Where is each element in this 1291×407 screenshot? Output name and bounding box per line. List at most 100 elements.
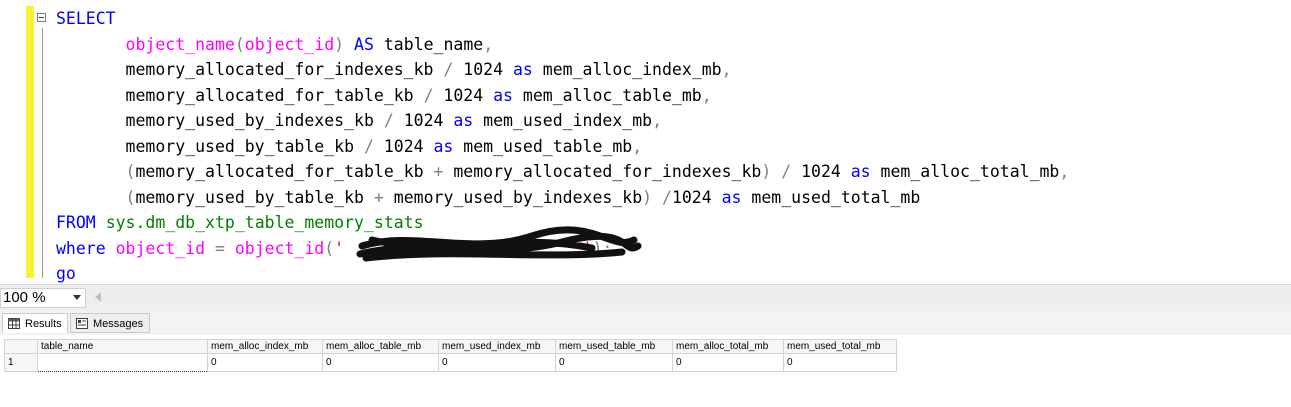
code-line[interactable]: memory_allocated_for_indexes_kb / 1024 a… bbox=[56, 57, 1069, 83]
code-token: mem_used_total_mb bbox=[741, 187, 921, 207]
chevron-down-icon[interactable] bbox=[73, 295, 81, 300]
code-line[interactable]: memory_allocated_for_table_kb / 1024 as … bbox=[56, 83, 1069, 109]
column-header[interactable]: mem_alloc_total_mb bbox=[672, 339, 784, 354]
column-header[interactable]: mem_used_table_mb bbox=[555, 339, 673, 354]
code-token: mem_alloc_total_mb bbox=[870, 162, 1060, 181]
code-token: table_name bbox=[373, 34, 484, 54]
code-token: memory_used_by_indexes_kb bbox=[383, 187, 643, 207]
tab-results-label: Results bbox=[25, 318, 62, 330]
row-number-header[interactable] bbox=[4, 339, 38, 354]
grid-cell[interactable]: 0 bbox=[555, 353, 673, 372]
collapse-minus-icon[interactable] bbox=[37, 13, 46, 22]
column-header[interactable]: mem_used_total_mb bbox=[783, 339, 897, 354]
code-line[interactable]: (memory_used_by_table_kb + memory_used_b… bbox=[56, 185, 1069, 211]
code-token: memory_allocated_for_indexes_kb bbox=[56, 60, 444, 79]
code-token: as bbox=[453, 111, 474, 130]
code-token: as bbox=[493, 85, 513, 105]
code-token: , bbox=[483, 34, 494, 54]
code-token: as bbox=[721, 187, 742, 207]
code-token: mem_alloc_index_mb bbox=[532, 60, 722, 79]
code-token: / bbox=[662, 187, 672, 207]
messages-icon bbox=[76, 318, 88, 329]
change-tracking-bar bbox=[26, 6, 34, 278]
code-token: memory_allocated_for_table_kb bbox=[135, 162, 434, 181]
code-token: / bbox=[383, 111, 394, 130]
code-token: ' bbox=[334, 238, 345, 258]
code-line[interactable]: object_name(object_id) AS table_name, bbox=[56, 32, 1069, 58]
code-token: memory_allocated_for_table_kb bbox=[56, 85, 424, 105]
code-token: ( bbox=[125, 187, 136, 207]
code-token: ( bbox=[125, 162, 136, 181]
code-token: as bbox=[850, 162, 871, 181]
code-token: object_id bbox=[115, 238, 206, 258]
code-token: / bbox=[443, 60, 454, 79]
code-token: ) bbox=[334, 34, 345, 54]
code-token: as bbox=[512, 60, 533, 79]
code-line[interactable]: (memory_allocated_for_table_kb + memory_… bbox=[56, 159, 1070, 185]
redaction-scribble bbox=[356, 226, 642, 262]
query-editor[interactable]: SELECT object_name(object_id) AS table_n… bbox=[0, 0, 1291, 284]
tab-messages[interactable]: Messages bbox=[70, 313, 150, 333]
code-line[interactable]: SELECT bbox=[56, 6, 1069, 32]
code-token: memory_used_by_table_kb bbox=[56, 136, 364, 156]
code-token: memory_used_by_indexes_kb bbox=[56, 111, 384, 130]
editor-status-strip bbox=[0, 284, 1291, 311]
code-token: memory_allocated_for_indexes_kb bbox=[443, 162, 762, 181]
code-token: mem_used_index_mb bbox=[473, 111, 653, 130]
code-token: object_name bbox=[125, 34, 235, 54]
grid-cell[interactable]: 0 bbox=[672, 353, 784, 372]
code-token: 1024 bbox=[453, 60, 513, 79]
column-header[interactable]: mem_used_index_mb bbox=[438, 339, 556, 354]
tab-messages-label: Messages bbox=[93, 318, 144, 330]
code-token: ( bbox=[234, 34, 245, 54]
tab-results[interactable]: Results bbox=[2, 313, 68, 333]
code-token: as bbox=[433, 136, 454, 156]
code-line[interactable]: memory_used_by_indexes_kb / 1024 as mem_… bbox=[56, 108, 1069, 134]
grid-cell[interactable] bbox=[37, 353, 208, 372]
code-token: , bbox=[632, 136, 643, 156]
editor-margin bbox=[0, 0, 26, 284]
code-token: go bbox=[56, 264, 76, 283]
code-token: , bbox=[721, 60, 732, 79]
code-token: , bbox=[1059, 162, 1070, 181]
code-token: SELECT bbox=[56, 9, 116, 28]
code-token: 1024 bbox=[393, 111, 454, 130]
code-token: / bbox=[781, 162, 792, 181]
code-token: ( bbox=[324, 238, 335, 258]
code-line[interactable]: memory_used_by_table_kb / 1024 as mem_us… bbox=[56, 134, 1069, 160]
grid-cell[interactable]: 0 bbox=[783, 353, 897, 372]
code-token: object_id bbox=[234, 238, 325, 258]
grid-header-row: table_name mem_alloc_index_mb mem_alloc_… bbox=[4, 339, 897, 354]
row-number[interactable]: 1 bbox=[4, 353, 38, 372]
code-token: 1024 bbox=[791, 162, 851, 181]
code-token: mem_used_table_mb bbox=[453, 136, 633, 156]
code-token: ) bbox=[761, 162, 772, 181]
grid-cell[interactable]: 0 bbox=[438, 353, 556, 372]
code-token: FROM bbox=[56, 213, 96, 232]
code-token: 1024 bbox=[671, 187, 722, 207]
code-token: + bbox=[433, 162, 444, 181]
results-grid[interactable]: table_name mem_alloc_index_mb mem_alloc_… bbox=[4, 339, 897, 372]
code-token: , bbox=[701, 85, 712, 105]
zoom-dropdown[interactable]: 100 % bbox=[0, 288, 86, 308]
scroll-left-arrow-icon[interactable] bbox=[95, 292, 101, 302]
grid-cell[interactable]: 0 bbox=[322, 353, 439, 372]
code-token: 1024 bbox=[373, 136, 434, 156]
code-token: + bbox=[373, 187, 384, 207]
grid-icon bbox=[8, 318, 20, 329]
column-header[interactable]: table_name bbox=[37, 339, 208, 354]
table-row[interactable]: 1 0 0 0 0 0 0 bbox=[4, 353, 897, 372]
outline-guide-line bbox=[42, 28, 43, 278]
column-header[interactable]: mem_alloc_index_mb bbox=[207, 339, 323, 354]
code-token: / bbox=[363, 136, 374, 156]
zoom-value: 100 % bbox=[3, 289, 46, 306]
grid-cell[interactable]: 0 bbox=[207, 353, 323, 372]
column-header[interactable]: mem_alloc_table_mb bbox=[322, 339, 439, 354]
